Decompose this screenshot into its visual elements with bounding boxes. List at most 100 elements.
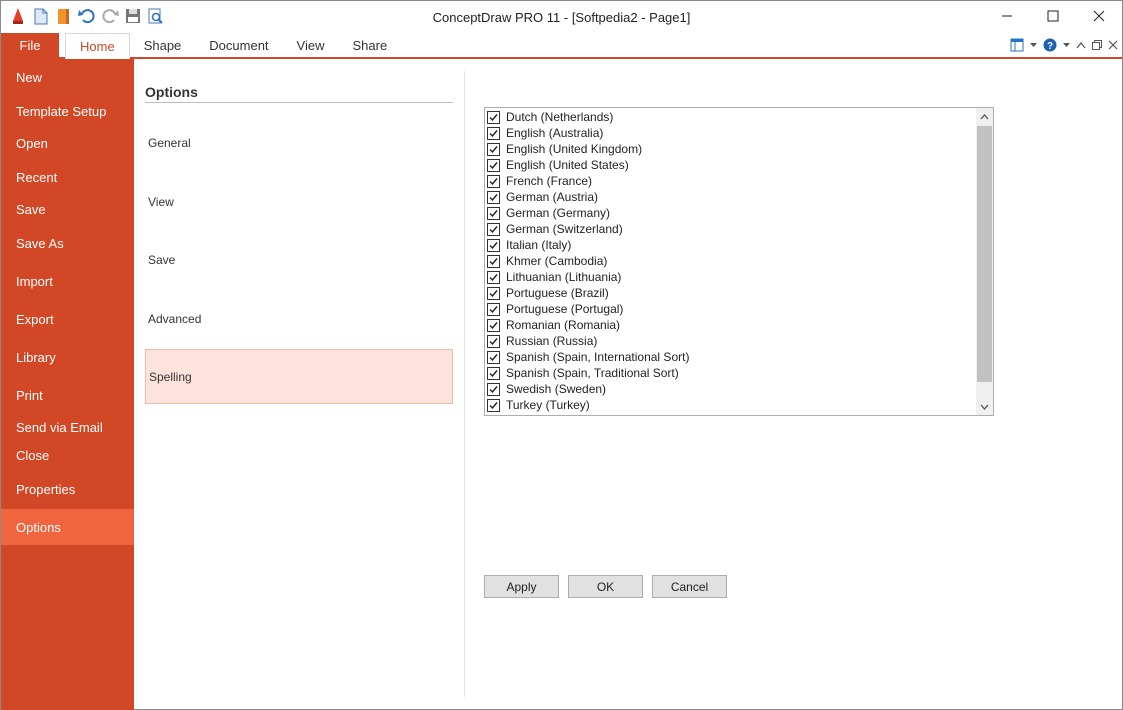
language-item[interactable]: Romanian (Romania) bbox=[485, 317, 975, 333]
restore-icon[interactable] bbox=[1092, 37, 1102, 53]
language-item[interactable]: Dutch (Netherlands) bbox=[485, 109, 975, 125]
backstage-item-template-setup[interactable]: Template Setup bbox=[1, 96, 134, 126]
backstage-item-properties[interactable]: Properties bbox=[1, 474, 134, 504]
language-label: English (United Kingdom) bbox=[506, 142, 643, 156]
language-item[interactable]: French (France) bbox=[485, 173, 975, 189]
apply-button[interactable]: Apply bbox=[484, 575, 559, 598]
language-checkbox[interactable] bbox=[487, 110, 500, 124]
language-item[interactable]: Portuguese (Brazil) bbox=[485, 285, 975, 301]
language-item[interactable]: Spanish (Spain, International Sort) bbox=[485, 349, 975, 365]
language-item[interactable]: English (Australia) bbox=[485, 125, 975, 141]
spelling-language-list[interactable]: Dutch (Netherlands) English (Australia) En… bbox=[484, 107, 994, 416]
language-checkbox[interactable] bbox=[487, 142, 500, 156]
close-document-icon[interactable] bbox=[1108, 37, 1118, 53]
scroll-up-button[interactable] bbox=[976, 108, 993, 125]
backstage-item-import[interactable]: Import bbox=[1, 266, 134, 296]
checkmark-icon bbox=[489, 369, 498, 377]
checkmark-icon bbox=[489, 273, 498, 281]
close-button[interactable] bbox=[1076, 1, 1122, 31]
language-item[interactable]: German (Switzerland) bbox=[485, 221, 975, 237]
language-checkbox[interactable] bbox=[487, 350, 500, 364]
language-checkbox[interactable] bbox=[487, 126, 500, 140]
language-item[interactable]: Swedish (Sweden) bbox=[485, 381, 975, 397]
language-checkbox[interactable] bbox=[487, 366, 500, 380]
language-label: German (Switzerland) bbox=[506, 222, 623, 236]
language-item[interactable]: Russian (Russia) bbox=[485, 333, 975, 349]
language-checkbox[interactable] bbox=[487, 238, 500, 252]
backstage-item-send-via-email[interactable]: Send via Email bbox=[1, 412, 134, 442]
options-item-view[interactable]: View bbox=[145, 174, 453, 229]
language-checkbox[interactable] bbox=[487, 158, 500, 172]
backstage-item-open[interactable]: Open bbox=[1, 128, 134, 158]
language-checkbox[interactable] bbox=[487, 398, 500, 412]
language-checkbox[interactable] bbox=[487, 318, 500, 332]
checkmark-icon bbox=[489, 225, 498, 233]
backstage-item-print[interactable]: Print bbox=[1, 380, 134, 410]
checkmark-icon bbox=[489, 337, 498, 345]
panels-icon[interactable] bbox=[1010, 37, 1024, 53]
language-checkbox[interactable] bbox=[487, 382, 500, 396]
language-item[interactable]: Khmer (Cambodia) bbox=[485, 253, 975, 269]
backstage-item-close[interactable]: Close bbox=[1, 440, 134, 470]
scroll-down-button[interactable] bbox=[976, 398, 993, 415]
tab-shape[interactable]: Shape bbox=[130, 33, 196, 58]
language-item[interactable]: English (United Kingdom) bbox=[485, 141, 975, 157]
language-label: Portuguese (Brazil) bbox=[506, 286, 609, 300]
language-label: English (United States) bbox=[506, 158, 629, 172]
ok-button[interactable]: OK bbox=[568, 575, 643, 598]
options-item-save[interactable]: Save bbox=[145, 232, 453, 287]
language-item[interactable]: German (Germany) bbox=[485, 205, 975, 221]
chevron-down-icon[interactable] bbox=[1063, 37, 1070, 53]
svg-text:?: ? bbox=[1047, 41, 1053, 52]
ribbon-tab-list: Home Shape Document View Share bbox=[65, 33, 401, 59]
file-tab[interactable]: File bbox=[1, 33, 59, 58]
app-window: ConceptDraw PRO 11 - [Softpedia2 - Page1… bbox=[0, 0, 1123, 710]
minimize-button[interactable] bbox=[984, 1, 1030, 31]
language-item[interactable]: Spanish (Spain, Traditional Sort) bbox=[485, 365, 975, 381]
backstage-item-options[interactable]: Options bbox=[1, 509, 134, 545]
language-checkbox[interactable] bbox=[487, 270, 500, 284]
checkmark-icon bbox=[489, 177, 498, 185]
language-item[interactable]: English (United States) bbox=[485, 157, 975, 173]
language-checkbox[interactable] bbox=[487, 206, 500, 220]
backstage-item-export[interactable]: Export bbox=[1, 304, 134, 334]
language-checkbox[interactable] bbox=[487, 302, 500, 316]
backstage-item-new[interactable]: New bbox=[1, 62, 134, 92]
close-icon bbox=[1093, 10, 1105, 22]
language-label: Dutch (Netherlands) bbox=[506, 110, 614, 124]
ribbon-tabs: File Home Shape Document View Share ? bbox=[1, 33, 1122, 59]
language-item[interactable]: German (Austria) bbox=[485, 189, 975, 205]
backstage-item-library[interactable]: Library bbox=[1, 342, 134, 372]
list-scrollbar[interactable] bbox=[976, 108, 993, 415]
help-icon[interactable]: ? bbox=[1043, 37, 1057, 53]
options-item-spelling[interactable]: Spelling bbox=[145, 349, 453, 404]
language-item[interactable]: Turkey (Turkey) bbox=[485, 397, 975, 413]
language-checkbox[interactable] bbox=[487, 222, 500, 236]
scroll-thumb[interactable] bbox=[977, 126, 992, 382]
language-checkbox[interactable] bbox=[487, 174, 500, 188]
tab-share[interactable]: Share bbox=[338, 33, 401, 58]
backstage-item-recent[interactable]: Recent bbox=[1, 162, 134, 192]
language-checkbox[interactable] bbox=[487, 334, 500, 348]
window-controls bbox=[984, 1, 1122, 31]
options-item-advanced[interactable]: Advanced bbox=[145, 291, 453, 346]
language-item[interactable]: Italian (Italy) bbox=[485, 237, 975, 253]
language-checkbox[interactable] bbox=[487, 286, 500, 300]
language-item[interactable]: Portuguese (Portugal) bbox=[485, 301, 975, 317]
maximize-button[interactable] bbox=[1030, 1, 1076, 31]
backstage-item-save-as[interactable]: Save As bbox=[1, 228, 134, 258]
language-label: German (Austria) bbox=[506, 190, 599, 204]
collapse-ribbon-icon[interactable] bbox=[1076, 37, 1086, 53]
checkmark-icon bbox=[489, 145, 498, 153]
language-checkbox[interactable] bbox=[487, 254, 500, 268]
language-checkbox[interactable] bbox=[487, 190, 500, 204]
tab-home[interactable]: Home bbox=[65, 33, 130, 59]
backstage-item-save[interactable]: Save bbox=[1, 194, 134, 224]
cancel-button[interactable]: Cancel bbox=[652, 575, 727, 598]
tab-view[interactable]: View bbox=[283, 33, 339, 58]
tab-document[interactable]: Document bbox=[195, 33, 282, 58]
options-item-general[interactable]: General bbox=[145, 115, 453, 170]
checkmark-icon bbox=[489, 209, 498, 217]
language-item[interactable]: Lithuanian (Lithuania) bbox=[485, 269, 975, 285]
chevron-down-icon[interactable] bbox=[1030, 37, 1037, 53]
